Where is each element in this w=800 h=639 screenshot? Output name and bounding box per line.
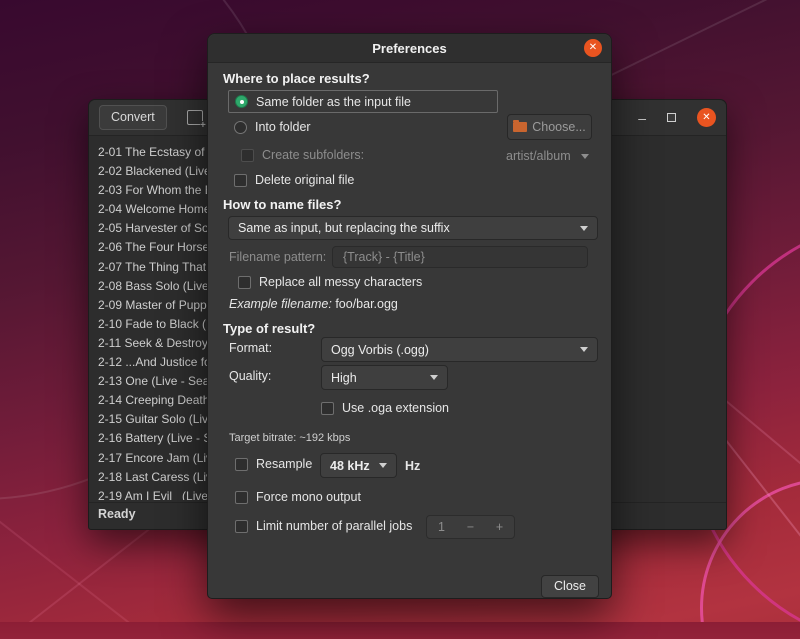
choose-folder-button[interactable]: Choose... bbox=[507, 114, 592, 140]
quality-value: High bbox=[331, 371, 357, 385]
naming-mode-value: Same as input, but replacing the suffix bbox=[238, 221, 450, 235]
subfolder-pattern-value: artist/album bbox=[506, 149, 571, 163]
quality-combo[interactable]: High bbox=[321, 365, 448, 390]
section-heading-result: Type of result? bbox=[223, 321, 315, 336]
checkbox-icon[interactable] bbox=[234, 174, 247, 187]
checkbox-delete-original[interactable]: Delete original file bbox=[234, 173, 354, 187]
filename-pattern-input[interactable]: {Track} - {Title} bbox=[332, 246, 588, 268]
radio-into-folder-label: Into folder bbox=[255, 120, 311, 134]
dialog-title: Preferences bbox=[372, 41, 446, 56]
wallpaper-bottom-band bbox=[0, 622, 800, 639]
example-filename: Example filename: foo/bar.ogg bbox=[229, 297, 398, 311]
radio-into-folder[interactable]: Into folder bbox=[234, 120, 311, 134]
section-heading-naming: How to name files? bbox=[223, 197, 341, 212]
choose-button-label: Choose... bbox=[532, 120, 586, 134]
checkbox-icon[interactable] bbox=[321, 402, 334, 415]
target-bitrate-note: Target bitrate: ~192 kbps bbox=[229, 432, 350, 444]
resample-rate-value: 48 kHz bbox=[330, 459, 370, 473]
dialog-titlebar[interactable]: Preferences ✕ bbox=[208, 34, 611, 63]
filename-pattern-value: {Track} - {Title} bbox=[343, 250, 425, 264]
checkbox-oga-extension[interactable]: Use .oga extension bbox=[321, 401, 449, 415]
limit-jobs-label: Limit number of parallel jobs bbox=[256, 519, 412, 533]
resample-label: Resample bbox=[256, 457, 312, 471]
chevron-down-icon bbox=[580, 347, 588, 352]
window-controls: – ✕ bbox=[638, 108, 716, 127]
checkbox-create-subfolders[interactable]: Create subfolders: bbox=[241, 148, 364, 162]
spin-minus-button[interactable]: − bbox=[456, 520, 485, 534]
close-icon[interactable]: ✕ bbox=[697, 108, 716, 127]
jobs-spinbox[interactable]: 1 − + bbox=[426, 515, 515, 539]
checkbox-force-mono[interactable]: Force mono output bbox=[235, 490, 361, 504]
format-label: Format: bbox=[229, 341, 272, 355]
naming-mode-combo[interactable]: Same as input, but replacing the suffix bbox=[228, 216, 598, 240]
oga-extension-label: Use .oga extension bbox=[342, 401, 449, 415]
checkbox-icon[interactable] bbox=[235, 491, 248, 504]
convert-button[interactable]: Convert bbox=[99, 105, 167, 130]
spin-plus-button[interactable]: + bbox=[485, 520, 514, 534]
close-icon[interactable]: ✕ bbox=[584, 39, 602, 57]
jobs-value: 1 bbox=[427, 520, 456, 534]
create-subfolders-label: Create subfolders: bbox=[262, 148, 364, 162]
format-combo[interactable]: Ogg Vorbis (.ogg) bbox=[321, 337, 598, 362]
radio-same-folder-label: Same folder as the input file bbox=[256, 95, 411, 109]
preferences-dialog: Preferences ✕ Where to place results? Sa… bbox=[207, 33, 612, 599]
chevron-down-icon bbox=[430, 375, 438, 380]
format-value: Ogg Vorbis (.ogg) bbox=[331, 343, 429, 357]
checkbox-icon[interactable] bbox=[238, 276, 251, 289]
checkbox-limit-jobs[interactable]: Limit number of parallel jobs bbox=[235, 519, 412, 533]
checkbox-resample[interactable]: Resample bbox=[235, 457, 312, 471]
example-filename-value: foo/bar.ogg bbox=[335, 297, 398, 311]
radio-same-folder[interactable]: Same folder as the input file bbox=[228, 90, 498, 113]
section-heading-place: Where to place results? bbox=[223, 71, 370, 86]
subfolder-pattern-combo[interactable]: artist/album bbox=[506, 149, 589, 163]
close-button[interactable]: Close bbox=[541, 575, 599, 598]
delete-original-label: Delete original file bbox=[255, 173, 354, 187]
chevron-down-icon bbox=[581, 154, 589, 159]
checkbox-icon[interactable] bbox=[241, 149, 254, 162]
chevron-down-icon bbox=[580, 226, 588, 231]
add-file-icon[interactable] bbox=[187, 110, 203, 125]
folder-icon bbox=[513, 122, 527, 132]
quality-label: Quality: bbox=[229, 369, 271, 383]
radio-selected-icon[interactable] bbox=[235, 95, 248, 108]
checkbox-replace-messy[interactable]: Replace all messy characters bbox=[238, 275, 422, 289]
minimize-icon[interactable]: – bbox=[638, 113, 646, 123]
chevron-down-icon bbox=[379, 463, 387, 468]
force-mono-label: Force mono output bbox=[256, 490, 361, 504]
filename-pattern-label: Filename pattern: bbox=[229, 250, 326, 264]
radio-unselected-icon[interactable] bbox=[234, 121, 247, 134]
resample-rate-combo[interactable]: 48 kHz bbox=[320, 453, 397, 478]
maximize-icon[interactable] bbox=[667, 113, 676, 122]
replace-messy-label: Replace all messy characters bbox=[259, 275, 422, 289]
resample-unit-label: Hz bbox=[405, 459, 420, 473]
checkbox-icon[interactable] bbox=[235, 458, 248, 471]
example-filename-label: Example filename: bbox=[229, 297, 332, 311]
status-text: Ready bbox=[98, 507, 136, 521]
checkbox-icon[interactable] bbox=[235, 520, 248, 533]
dialog-body: Where to place results? Same folder as t… bbox=[208, 63, 611, 598]
